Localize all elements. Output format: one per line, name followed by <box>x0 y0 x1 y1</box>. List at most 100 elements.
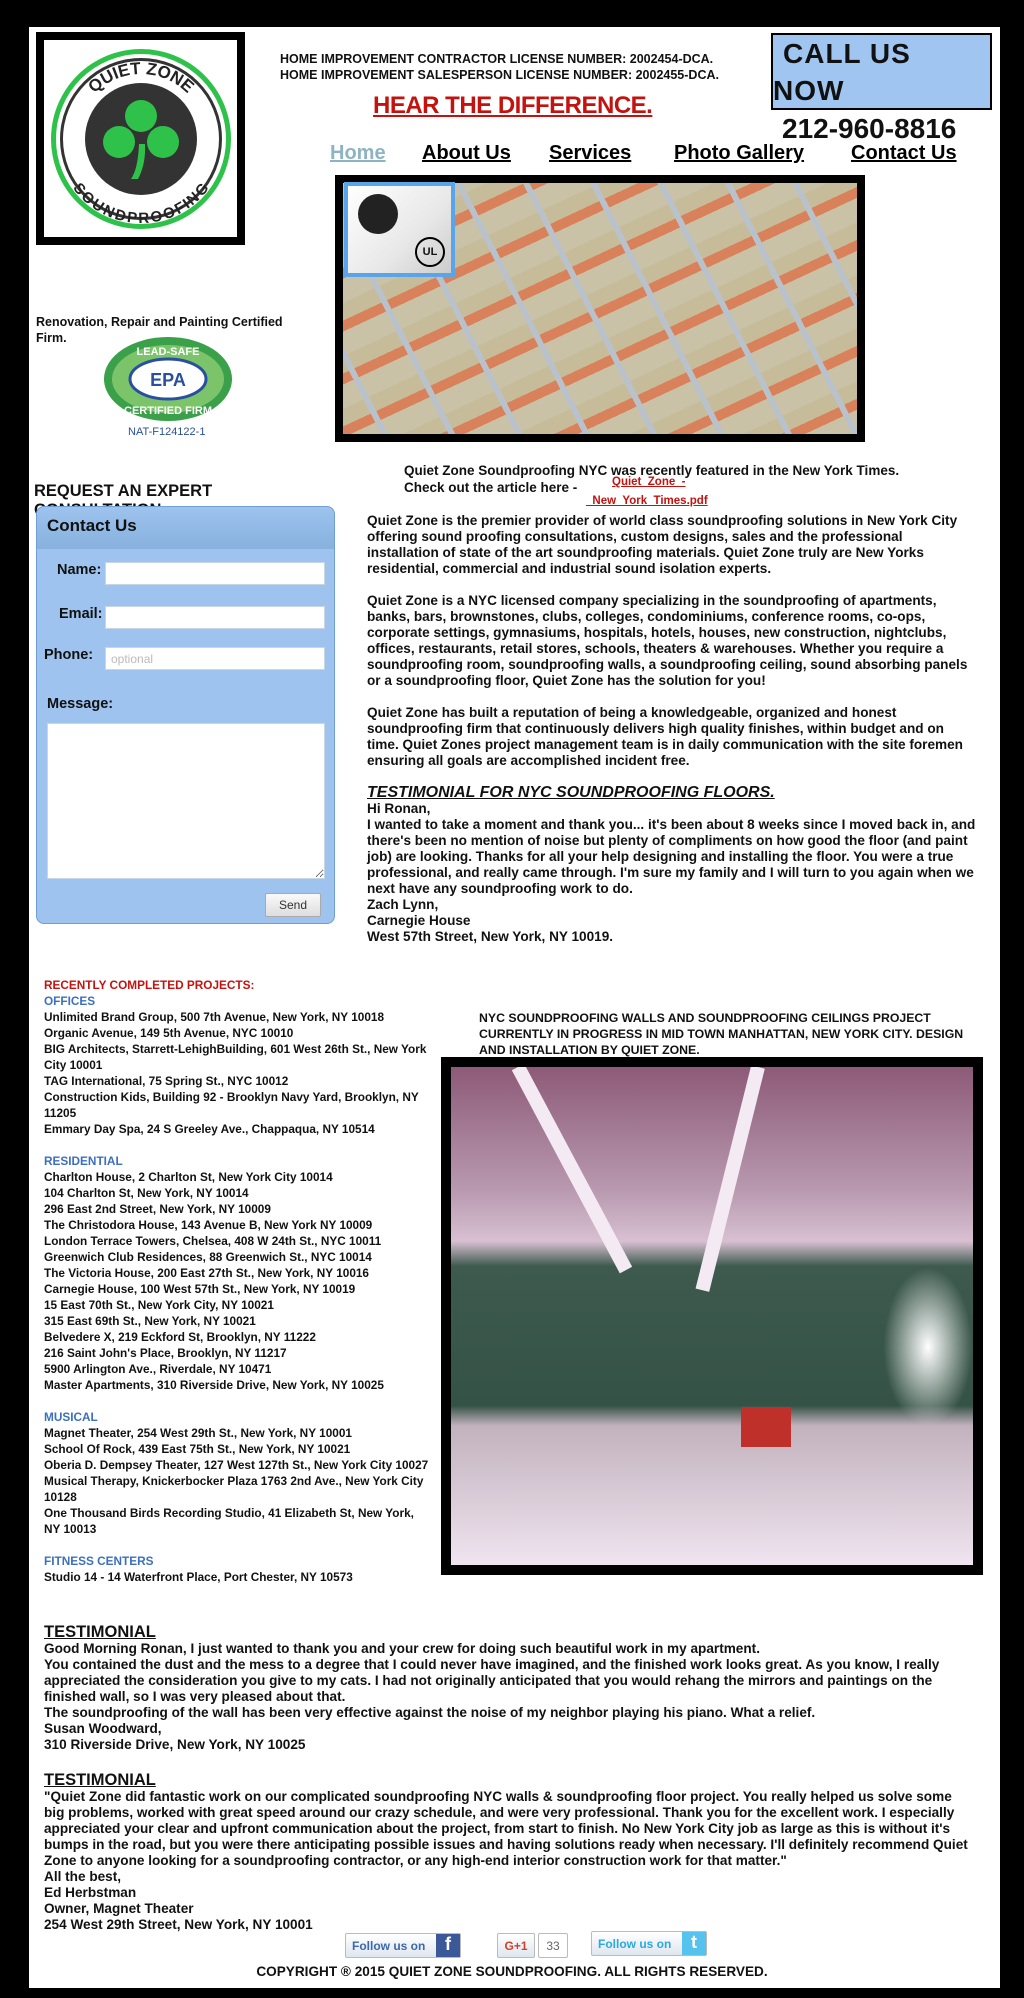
project-item: School Of Rock, 439 East 75th St., New Y… <box>44 1442 351 1456</box>
twitter-icon: t <box>682 1932 706 1955</box>
project-item: 5900 Arlington Ave., Riverdale, NY 10471 <box>44 1362 272 1376</box>
reputation-paragraph: Quiet Zone has built a reputation of bei… <box>367 705 963 768</box>
svg-text:CERTIFIED FIRM: CERTIFIED FIRM <box>124 405 212 417</box>
testimonial-line: 310 Riverside Drive, New York, NY 10025 <box>44 1737 306 1752</box>
floor-testimonial-line: West 57th Street, New York, NY 10019. <box>367 929 614 944</box>
call-us-text: CALL US <box>783 38 911 69</box>
project-category: MUSICAL <box>44 1410 98 1424</box>
project-item: TAG International, 75 Spring St., NYC 10… <box>44 1074 289 1088</box>
testimonial-1: TESTIMONIAL Good Morning Ronan, I just w… <box>44 1623 974 1753</box>
clip-product-icon <box>358 194 398 234</box>
services-paragraph: Quiet Zone is a NYC licensed company spe… <box>367 593 968 688</box>
contact-form: Contact Us Name: Email: Phone: Message: … <box>36 506 335 924</box>
project-item: Unlimited Brand Group, 500 7th Avenue, N… <box>44 1010 385 1024</box>
email-label: Email: <box>59 606 103 622</box>
project-item: London Terrace Towers, Chelsea, 408 W 24… <box>44 1234 382 1248</box>
testimonial-1-heading: TESTIMONIAL <box>44 1623 156 1641</box>
project-item: Construction Kids, Building 92 - Brookly… <box>44 1090 419 1120</box>
certification-number: NAT-F124122-1 <box>128 426 206 438</box>
projects-list: RECENTLY COMPLETED PROJECTS: OFFICES Unli… <box>44 977 429 1585</box>
twitter-follow-label: Follow us on <box>598 1936 672 1951</box>
project-item: 216 Saint John's Place, Brooklyn, NY 112… <box>44 1346 287 1360</box>
nav-about-us[interactable]: About Us <box>422 142 511 165</box>
message-textarea[interactable] <box>47 723 325 879</box>
facebook-follow-label: Follow us on <box>352 1938 426 1953</box>
floor-testimonial-heading: TESTIMONIAL FOR NYC SOUNDPROOFING FLOORS… <box>367 784 775 801</box>
google-plus-button[interactable]: G+1 <box>497 1933 535 1958</box>
phone-number[interactable]: 212-960-8816 <box>782 113 956 145</box>
email-input[interactable] <box>105 606 325 629</box>
testimonial-line: You contained the dust and the mess to a… <box>44 1657 940 1704</box>
nav-home[interactable]: Home <box>330 142 386 165</box>
testimonial-line: The soundproofing of the wall has been v… <box>44 1705 816 1720</box>
call-us-box: CALL US NOW <box>771 33 992 110</box>
twitter-follow-button[interactable]: Follow us on t <box>591 1931 707 1956</box>
floor-testimonial-line: Zach Lynn, <box>367 897 439 912</box>
svg-text:LEAD-SAFE: LEAD-SAFE <box>137 346 200 358</box>
project-item: Master Apartments, 310 Riverside Drive, … <box>44 1378 384 1392</box>
project-item: 104 Charlton St, New York, NY 10014 <box>44 1186 249 1200</box>
testimonial-line: All the best, <box>44 1869 122 1884</box>
project-item: Carnegie House, 100 West 57th St., New Y… <box>44 1282 356 1296</box>
testimonial-line: Susan Woodward, <box>44 1721 162 1736</box>
project-item: Musical Therapy, Knickerbocker Plaza 176… <box>44 1474 424 1504</box>
salesperson-license: HOME IMPROVEMENT SALESPERSON LICENSE NUM… <box>280 68 719 82</box>
google-plus-count: 33 <box>538 1933 568 1958</box>
facebook-follow-button[interactable]: Follow us on f <box>345 1933 461 1958</box>
copyright: COPYRIGHT ® 2015 QUIET ZONE SOUNDPROOFIN… <box>256 1964 768 1979</box>
floor-testimonial-line: Hi Ronan, <box>367 801 431 816</box>
nyt-article-link[interactable]: Quiet_Zone_- <box>612 476 685 488</box>
message-label: Message: <box>47 696 114 712</box>
projects-title: RECENTLY COMPLETED PROJECTS: <box>44 978 255 992</box>
project-category: RESIDENTIAL <box>44 1154 123 1168</box>
project-item: Magnet Theater, 254 West 29th St., New Y… <box>44 1426 352 1440</box>
form-title: Contact Us <box>37 507 334 549</box>
ul-classified-icon: UL <box>415 237 445 267</box>
svg-text:EPA: EPA <box>150 370 186 390</box>
floor-testimonial-line: I wanted to take a moment and thank you.… <box>367 817 976 896</box>
project-item: Oberia D. Dempsey Theater, 127 West 127t… <box>44 1458 429 1472</box>
testimonial-line: Ed Herbstman <box>44 1885 137 1900</box>
shamrock-logo-icon: QUIET ZONE SOUNDPROOFING <box>50 48 231 229</box>
project-item: Organic Avenue, 149 5th Avenue, NYC 1001… <box>44 1026 294 1040</box>
name-label: Name: <box>57 562 102 578</box>
logo[interactable]: QUIET ZONE SOUNDPROOFING <box>36 32 245 245</box>
nyt-article-link-continued[interactable]: _New_York_Times.pdf <box>586 495 708 507</box>
main-content: Quiet Zone is the premier provider of wo… <box>367 513 977 945</box>
project-item: Charlton House, 2 Charlton St, New York … <box>44 1170 333 1184</box>
nav-services[interactable]: Services <box>549 142 631 165</box>
project-item: BIG Architects, Starrett-LehighBuilding,… <box>44 1042 427 1072</box>
isolation-clip-photo: UL <box>344 182 455 277</box>
project-item: Studio 14 - 14 Waterfront Place, Port Ch… <box>44 1570 353 1584</box>
nav-photo-gallery[interactable]: Photo Gallery <box>674 142 804 165</box>
project-item: Belvedere X, 219 Eckford St, Brooklyn, N… <box>44 1330 316 1344</box>
testimonial-line: Good Morning Ronan, I just wanted to tha… <box>44 1641 760 1656</box>
project-item: The Victoria House, 200 East 27th St., N… <box>44 1266 369 1280</box>
project-item: 315 East 69th St., New York, NY 10021 <box>44 1314 256 1328</box>
project-item: One Thousand Birds Recording Studio, 41 … <box>44 1506 414 1536</box>
phone-input[interactable] <box>105 647 325 670</box>
testimonial-line: Owner, Magnet Theater <box>44 1901 194 1916</box>
facebook-icon: f <box>436 1934 460 1957</box>
epa-lead-safe-badge-icon: LEAD-SAFE EPA CERTIFIED FIRM <box>104 337 232 421</box>
testimonial-line: 254 West 29th Street, New York, NY 10001 <box>44 1917 313 1932</box>
testimonial-2: TESTIMONIAL "Quiet Zone did fantastic wo… <box>44 1771 974 1933</box>
project-category: FITNESS CENTERS <box>44 1554 154 1568</box>
floor-testimonial-line: Carnegie House <box>367 913 471 928</box>
license-info: HOME IMPROVEMENT CONTRACTOR LICENSE NUMB… <box>280 51 719 83</box>
testimonial-line: "Quiet Zone did fantastic work on our co… <box>44 1789 968 1868</box>
call-now-text: NOW <box>773 75 845 106</box>
phone-label: Phone: <box>44 647 94 663</box>
send-button[interactable]: Send <box>265 893 321 917</box>
testimonial-2-heading: TESTIMONIAL <box>44 1771 156 1789</box>
project-item: Emmary Day Spa, 24 S Greeley Ave., Chapp… <box>44 1122 375 1136</box>
tagline-link[interactable]: HEAR THE DIFFERENCE. <box>373 92 653 120</box>
project-caption: NYC SOUNDPROOFING WALLS AND SOUNDPROOFIN… <box>479 1011 964 1057</box>
project-photo <box>441 1057 983 1575</box>
intro-paragraph: Quiet Zone is the premier provider of wo… <box>367 513 958 576</box>
project-item: 296 East 2nd Street, New York, NY 10009 <box>44 1202 271 1216</box>
name-input[interactable] <box>105 562 325 585</box>
project-category: OFFICES <box>44 994 96 1008</box>
project-item: Greenwich Club Residences, 88 Greenwich … <box>44 1250 372 1264</box>
nav-contact-us[interactable]: Contact Us <box>851 142 957 165</box>
